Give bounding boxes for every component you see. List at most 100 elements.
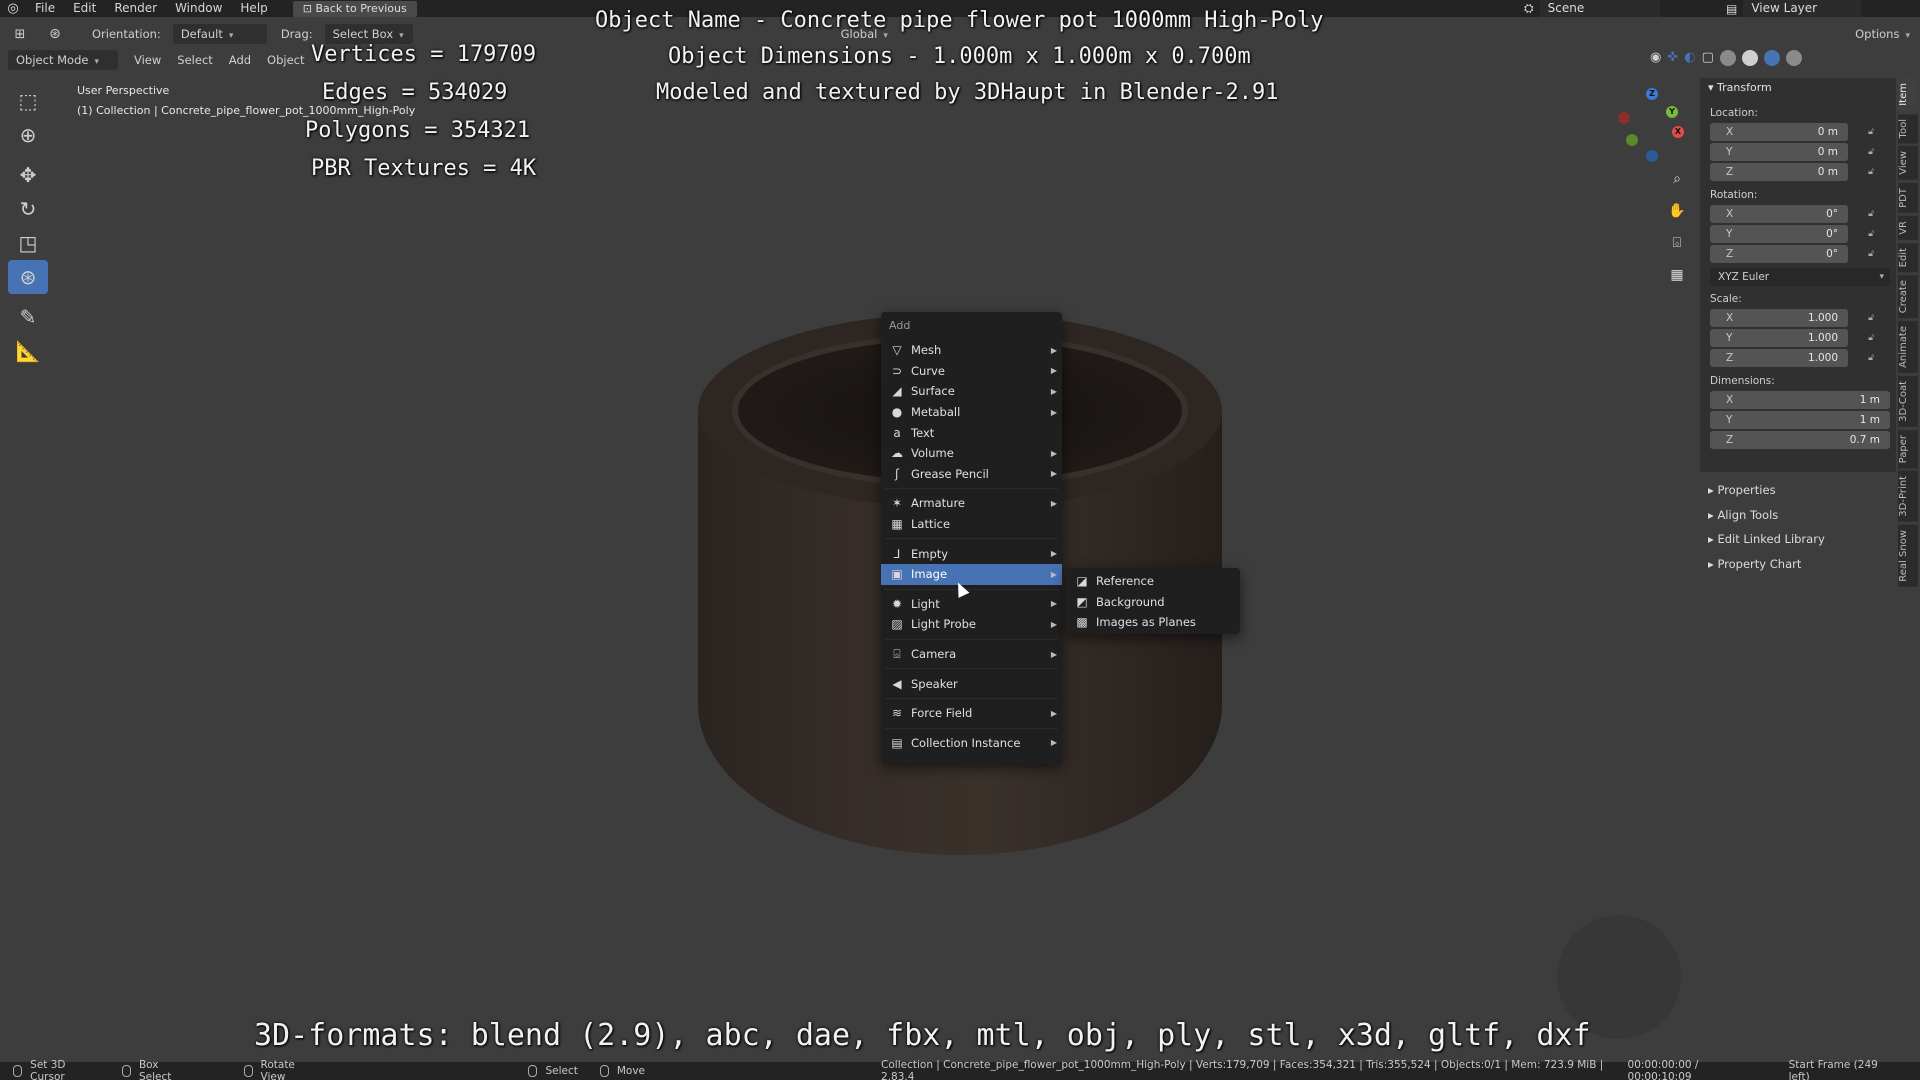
add-menu-item-text[interactable]: a Text: [881, 422, 1062, 443]
add-menu-item-image[interactable]: ▣ Image ▶: [881, 563, 1062, 585]
gizmo-neg-y-axis[interactable]: [1626, 134, 1638, 146]
tab-edit[interactable]: Edit: [1898, 242, 1918, 272]
add-menu-item-light-probe[interactable]: ▨ Light Probe ▶: [881, 614, 1062, 635]
panel-edit-linked-library[interactable]: ▸ Edit Linked Library: [1700, 527, 1896, 552]
add-menu-item-armature[interactable]: ✶ Armature ▶: [881, 493, 1062, 514]
image-submenu-item-images-as-planes[interactable]: ▩ Images as Planes: [1066, 612, 1240, 633]
lock-icon[interactable]: 🔓︎: [1864, 167, 1878, 177]
add-menu-item-force-field[interactable]: ≋ Force Field ▶: [881, 703, 1062, 724]
zoom-icon[interactable]: ⌕: [1664, 166, 1690, 192]
lock-icon[interactable]: 🔓︎: [1864, 333, 1878, 343]
cursor-tool-icon[interactable]: ⊕: [8, 118, 48, 152]
add-menu-item-metaball[interactable]: ● Metaball ▶: [881, 402, 1062, 423]
view-layer-field[interactable]: View Layer: [1743, 0, 1862, 17]
gizmo-z-axis[interactable]: Z: [1646, 88, 1658, 100]
scene-field[interactable]: Scene: [1539, 0, 1660, 17]
menu-window[interactable]: Window: [166, 0, 231, 17]
scale-tool-icon[interactable]: ◳: [8, 226, 48, 260]
select-box-tool-icon[interactable]: ⬚: [8, 84, 48, 118]
move-tool-icon[interactable]: ✥: [8, 158, 48, 192]
tab-create[interactable]: Create: [1898, 274, 1918, 319]
add-menu-item-volume[interactable]: ☁ Volume ▶: [881, 443, 1062, 464]
viewport-menu-select[interactable]: Select: [169, 53, 220, 67]
back-to-previous-button[interactable]: ⊡ Back to Previous: [292, 0, 417, 17]
rotate-tool-icon[interactable]: ↻: [8, 192, 48, 226]
add-menu-item-surface[interactable]: ◢ Surface ▶: [881, 381, 1062, 402]
view-layer-selector[interactable]: ▤ View Layer: [1726, 0, 1862, 17]
add-menu-item-curve[interactable]: ⊃ Curve ▶: [881, 361, 1062, 382]
add-menu-item-camera[interactable]: ⌺ Camera ▶: [881, 644, 1062, 665]
gizmo-y-axis[interactable]: Y: [1666, 106, 1678, 118]
scale-x-field[interactable]: X 1.000: [1710, 309, 1848, 327]
menu-file[interactable]: File: [26, 0, 64, 17]
gizmo-toggle-icon[interactable]: ✜: [1667, 50, 1678, 66]
add-menu-item-lattice[interactable]: ▦ Lattice: [881, 514, 1062, 535]
transform-tool-icon[interactable]: ⊛: [8, 260, 48, 294]
visibility-icon[interactable]: ◉: [1650, 50, 1661, 66]
tab-vr[interactable]: VR: [1898, 215, 1918, 240]
image-submenu-item-reference[interactable]: ◪ Reference: [1066, 571, 1240, 592]
tab-tool[interactable]: Tool: [1898, 113, 1918, 144]
tab-real-snow[interactable]: Real Snow: [1898, 524, 1918, 587]
tab-animate[interactable]: Animate: [1898, 321, 1918, 374]
overlay-toggle-icon[interactable]: ◐: [1684, 50, 1695, 66]
scale-z-field[interactable]: Z 1.000: [1710, 349, 1848, 367]
lock-icon[interactable]: 🔓︎: [1864, 209, 1878, 219]
drag-dropdown[interactable]: Select Box ▾: [324, 24, 413, 44]
xray-toggle-icon[interactable]: ▢: [1702, 50, 1714, 66]
active-tool-icon[interactable]: ⊛: [40, 26, 70, 42]
viewport-menu-view[interactable]: View: [126, 53, 169, 67]
rotation-mode-dropdown[interactable]: XYZ Euler ▾: [1710, 268, 1890, 286]
panel-properties[interactable]: ▸ Properties: [1700, 478, 1896, 503]
add-menu-item-grease-pencil[interactable]: ʃ Grease Pencil ▶: [881, 464, 1062, 485]
blender-logo-icon[interactable]: ◎: [0, 1, 26, 16]
tab-3d-print[interactable]: 3D-Print: [1898, 471, 1918, 522]
add-menu-item-collection-instance[interactable]: ▤ Collection Instance ▶: [881, 733, 1062, 754]
add-menu-item-empty[interactable]: ⅃ Empty ▶: [881, 543, 1062, 564]
tab-pdt[interactable]: PDT: [1898, 182, 1918, 213]
rotation-x-field[interactable]: X 0°: [1710, 205, 1848, 223]
add-menu-item-mesh[interactable]: ▽ Mesh ▶: [881, 340, 1062, 361]
location-z-field[interactable]: Z 0 m: [1710, 163, 1848, 181]
editor-type-icon[interactable]: ⊞: [0, 27, 40, 42]
mode-dropdown[interactable]: Object Mode ▾: [8, 50, 118, 70]
scale-y-field[interactable]: Y 1.000: [1710, 329, 1848, 347]
lock-icon[interactable]: 🔓︎: [1864, 353, 1878, 363]
panel-align-tools[interactable]: ▸ Align Tools: [1700, 503, 1896, 528]
dimensions-x-field[interactable]: X 1 m: [1710, 391, 1890, 409]
lock-icon[interactable]: 🔓︎: [1864, 229, 1878, 239]
location-x-field[interactable]: X 0 m: [1710, 123, 1848, 141]
rendered-shading-icon[interactable]: [1785, 50, 1802, 66]
tab-view[interactable]: View: [1898, 146, 1918, 180]
tab-3d-coat[interactable]: 3D-Coat: [1898, 376, 1918, 427]
viewport-menu-object[interactable]: Object: [259, 53, 312, 67]
add-menu-item-speaker[interactable]: ◀ Speaker: [881, 673, 1062, 694]
viewport-menu-add[interactable]: Add: [221, 53, 259, 67]
menu-edit[interactable]: Edit: [64, 0, 105, 17]
image-submenu-item-background[interactable]: ◩ Background: [1066, 592, 1240, 613]
options-dropdown[interactable]: Options ▾: [1855, 27, 1910, 41]
annotate-tool-icon[interactable]: ✎: [8, 300, 48, 334]
tab-paper[interactable]: Paper: [1898, 429, 1918, 469]
menu-render[interactable]: Render: [105, 0, 166, 17]
lock-icon[interactable]: 🔓︎: [1864, 147, 1878, 157]
ortho-grid-icon[interactable]: ▦: [1664, 262, 1690, 288]
dimensions-y-field[interactable]: Y 1 m: [1710, 411, 1890, 429]
tab-item[interactable]: Item: [1898, 78, 1918, 111]
material-shading-icon[interactable]: [1763, 50, 1780, 66]
lock-icon[interactable]: 🔓︎: [1864, 249, 1878, 259]
camera-view-icon[interactable]: ⌺: [1664, 230, 1690, 256]
measure-tool-icon[interactable]: 📐: [8, 334, 48, 368]
gizmo-neg-x-axis[interactable]: [1618, 112, 1630, 124]
navigation-gizmo[interactable]: Z Y X: [1618, 88, 1688, 162]
rotation-z-field[interactable]: Z 0°: [1710, 245, 1848, 263]
dimensions-z-field[interactable]: Z 0.7 m: [1710, 431, 1890, 449]
add-menu-item-light[interactable]: ✹ Light ▶: [881, 594, 1062, 615]
rotation-y-field[interactable]: Y 0°: [1710, 225, 1848, 243]
gizmo-neg-z-axis[interactable]: [1646, 150, 1658, 162]
pan-hand-icon[interactable]: ✋: [1664, 198, 1690, 224]
transform-header[interactable]: ▾ Transform: [1700, 78, 1896, 98]
lock-icon[interactable]: 🔓︎: [1864, 127, 1878, 137]
location-y-field[interactable]: Y 0 m: [1710, 143, 1848, 161]
wireframe-shading-icon[interactable]: [1719, 50, 1736, 66]
